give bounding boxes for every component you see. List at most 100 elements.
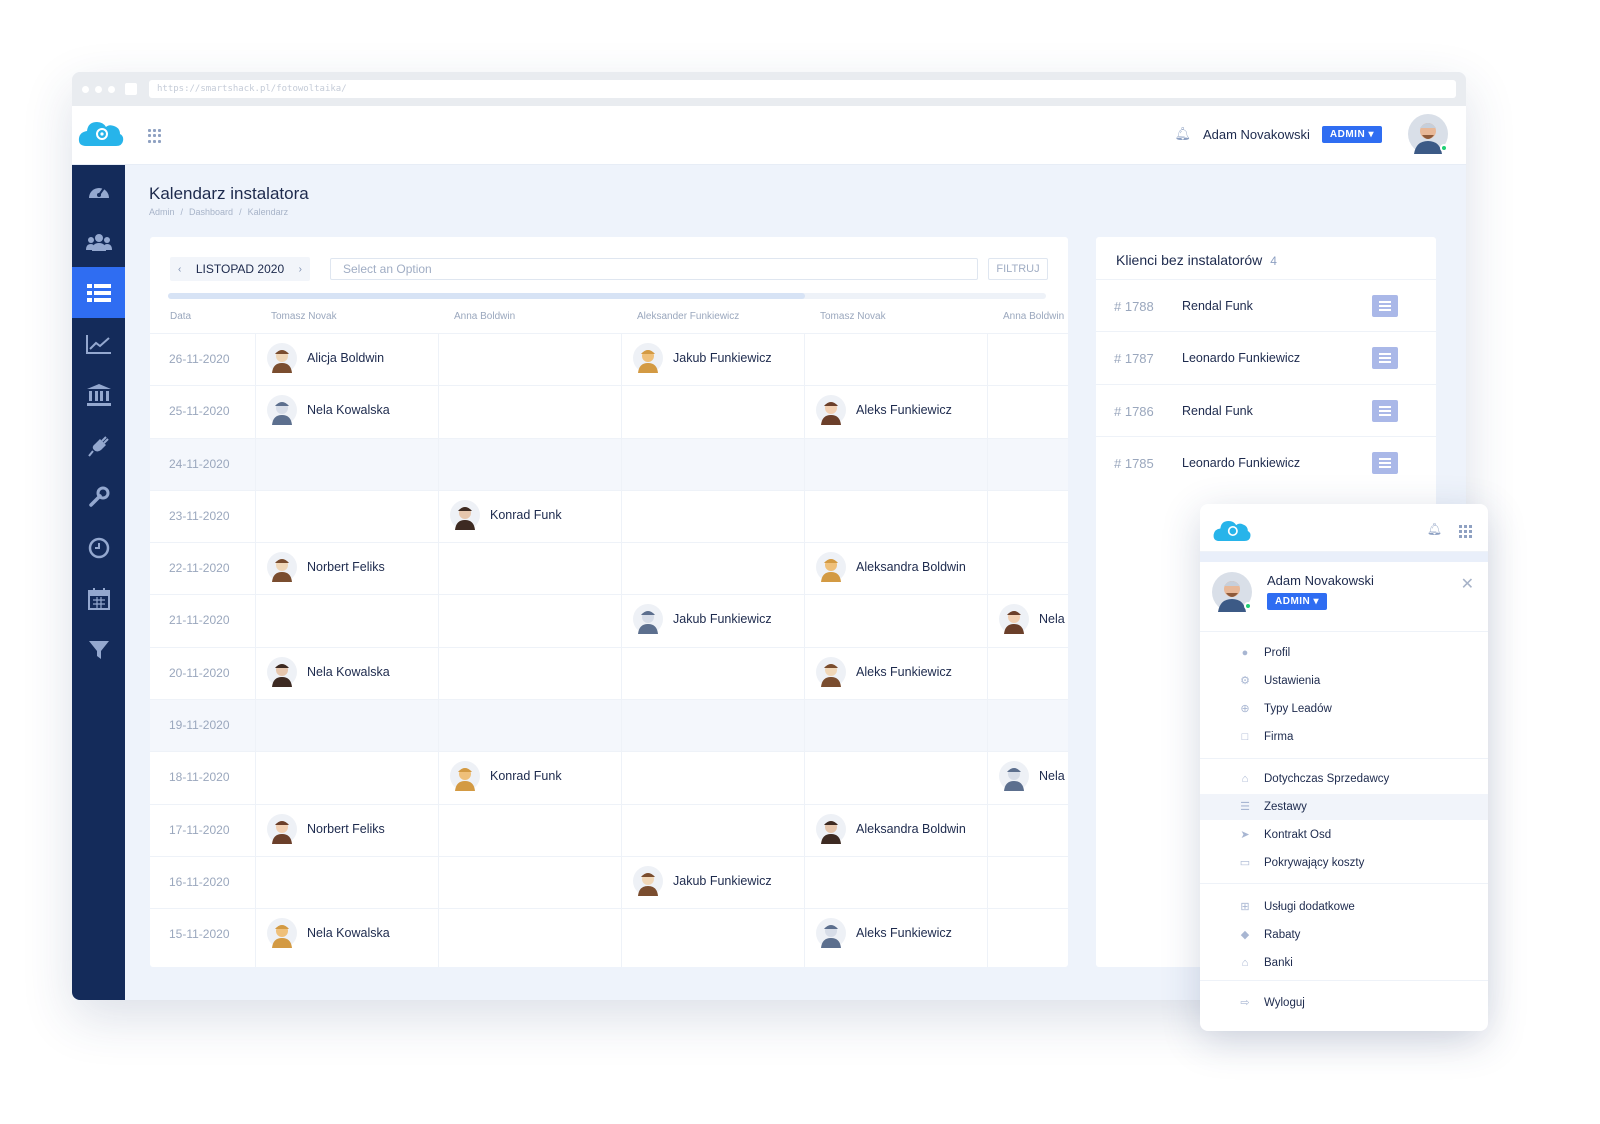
user-menu[interactable]: 🔔︎ Adam Novakowski ADMIN ▾ <box>1174 114 1448 154</box>
cloud-logo-icon[interactable] <box>1212 516 1252 546</box>
installer-assignment[interactable]: Nela Kowalska <box>267 656 390 687</box>
menu-item[interactable]: ⇨ Wyloguj <box>1200 990 1488 1016</box>
row-date: 17-11-2020 <box>169 822 230 837</box>
scrollbar-thumb[interactable] <box>168 293 805 299</box>
installer-assignment[interactable]: Konrad Funk <box>450 761 562 792</box>
client-name[interactable]: Leonardo Funkiewicz <box>1182 351 1300 365</box>
installer-assignment[interactable]: Aleks Funkiewicz <box>816 656 952 687</box>
menu-item[interactable]: ● Profil <box>1200 640 1488 666</box>
bell-icon[interactable]: 🔔︎ <box>1174 126 1191 142</box>
menu-icon[interactable] <box>1372 295 1398 317</box>
month-switcher: ‹ LISTOPAD 2020 › <box>170 257 310 281</box>
window-dot[interactable] <box>95 85 102 93</box>
menu-item[interactable]: ◆ Rabaty <box>1200 922 1488 948</box>
online-indicator <box>1440 144 1448 152</box>
filter-icon[interactable] <box>72 624 125 675</box>
window-dot[interactable] <box>82 85 89 93</box>
chevron-right-icon[interactable]: › <box>299 264 302 275</box>
cart-icon: ⌂ <box>1241 773 1249 785</box>
avatar <box>267 918 297 949</box>
client-name: Konrad Funk <box>490 769 562 784</box>
calendar-rows: 26-11-2020 Alicja Boldwin Jakub Funkiewicz… <box>150 333 1068 961</box>
menu-icon[interactable] <box>1372 399 1398 422</box>
column-header[interactable]: Tomasz Novak <box>271 311 337 322</box>
column-header[interactable]: Anna Boldwin <box>1003 311 1064 322</box>
installer-assignment[interactable]: Jakub Funkiewicz <box>633 865 772 896</box>
menu-item[interactable]: ☰ Zestawy <box>1200 794 1488 820</box>
list-item[interactable]: # 1787 Leonardo Funkiewicz <box>1096 331 1436 383</box>
column-header[interactable]: Tomasz Novak <box>820 311 886 322</box>
installer-assignment[interactable]: Jakub Funkiewicz <box>633 604 772 635</box>
menu-item[interactable]: ⊕ Typy Leadów <box>1200 696 1488 722</box>
apps-grid-icon[interactable] <box>1459 525 1472 538</box>
clock-icon[interactable] <box>72 522 125 573</box>
avatar[interactable] <box>1408 114 1448 154</box>
menu-item[interactable]: ⌂ Banki <box>1200 950 1488 976</box>
dashboard-icon[interactable] <box>72 165 125 216</box>
menu-item[interactable]: ⊞ Usługi dodatkowe <box>1200 894 1488 920</box>
menu-icon[interactable] <box>1372 347 1398 370</box>
column-divider <box>987 333 988 967</box>
list-icon[interactable] <box>72 267 125 318</box>
menu-divider <box>1200 980 1488 981</box>
menu-item[interactable]: □ Firma <box>1200 724 1488 750</box>
installer-assignment[interactable]: Aleksandra Boldwin <box>816 813 966 844</box>
menu-item[interactable]: ➤ Kontrakt Osd <box>1200 822 1488 848</box>
installer-assignment[interactable]: Nela Kowalska <box>267 918 390 949</box>
column-header[interactable]: Anna Boldwin <box>454 311 515 322</box>
bell-icon[interactable]: 🔔︎ <box>1427 522 1442 536</box>
installer-assignment[interactable]: Nela Kowalska <box>267 395 390 426</box>
users-icon[interactable] <box>72 216 125 267</box>
installer-assignment[interactable]: Aleks Funkiewicz <box>816 918 952 949</box>
installer-assignment[interactable]: Aleksandra Boldwin <box>816 552 966 583</box>
chart-icon[interactable] <box>72 318 125 369</box>
role-badge[interactable]: ADMIN ▾ <box>1321 125 1382 143</box>
client-name[interactable]: Rendal Funk <box>1182 299 1253 313</box>
table-row: 23-11-2020 Konrad Funk <box>150 489 1068 542</box>
plug-icon[interactable] <box>72 420 125 471</box>
column-header[interactable]: Data <box>170 311 191 322</box>
role-badge[interactable]: ADMIN ▾ <box>1267 593 1328 610</box>
client-name[interactable]: Leonardo Funkiewicz <box>1182 456 1300 470</box>
table-row: 21-11-2020 Jakub Funkiewicz Nela <box>150 594 1068 646</box>
installer-assignment[interactable]: Aleks Funkiewicz <box>816 395 952 426</box>
chevron-left-icon[interactable]: ‹ <box>178 264 181 275</box>
breadcrumb-item[interactable]: Kalendarz <box>248 207 289 217</box>
breadcrumb-item[interactable]: Dashboard <box>189 207 233 217</box>
installer-assignment[interactable]: Konrad Funk <box>450 499 562 530</box>
installer-assignment[interactable]: Norbert Feliks <box>267 552 385 583</box>
client-name: Jakub Funkiewicz <box>673 612 772 627</box>
installer-assignment[interactable]: Nela <box>999 761 1065 792</box>
menu-item[interactable]: ⌂ Dotychczas Sprzedawcy <box>1200 766 1488 792</box>
menu-item[interactable]: ⚙ Ustawienia <box>1200 668 1488 694</box>
calendar-icon[interactable] <box>72 573 125 624</box>
installer-assignment[interactable]: Norbert Feliks <box>267 813 385 844</box>
close-icon[interactable]: ✕ <box>1461 574 1474 594</box>
client-name[interactable]: Rendal Funk <box>1182 404 1253 418</box>
menu-item[interactable]: ▭ Pokrywający koszty <box>1200 850 1488 876</box>
installer-assignment[interactable]: Alicja Boldwin <box>267 343 384 373</box>
list-item[interactable]: # 1788 Rendal Funk <box>1096 279 1436 331</box>
avatar[interactable] <box>1212 572 1252 612</box>
bank-icon[interactable] <box>72 369 125 420</box>
option-select[interactable]: Select an Option <box>330 258 978 280</box>
user-name[interactable]: Adam Novakowski <box>1203 127 1310 142</box>
sidebar <box>72 165 125 1000</box>
cloud-logo-icon[interactable] <box>78 116 124 152</box>
column-header[interactable]: Aleksander Funkiewicz <box>637 311 739 322</box>
column-headers: Data Tomasz Novak Anna Boldwin Aleksander F… <box>150 311 1068 329</box>
apps-grid-icon[interactable] <box>148 129 162 143</box>
filter-button[interactable]: FILTRUJ <box>988 258 1048 280</box>
wrench-icon[interactable] <box>72 471 125 522</box>
address-bar[interactable]: https://smartshack.pl/fotowoltaika/ <box>149 80 1456 98</box>
list-item[interactable]: # 1786 Rendal Funk <box>1096 383 1436 436</box>
installer-assignment[interactable]: Jakub Funkiewicz <box>633 343 772 373</box>
window-dot[interactable] <box>108 85 115 93</box>
list-item[interactable]: # 1785 Leonardo Funkiewicz <box>1096 435 1436 488</box>
horizontal-scrollbar[interactable] <box>168 293 1046 299</box>
menu-icon[interactable] <box>1372 451 1398 474</box>
breadcrumb-separator: / <box>180 207 184 217</box>
installer-assignment[interactable]: Nela <box>999 604 1065 635</box>
avatar <box>267 552 297 583</box>
breadcrumb-item[interactable]: Admin <box>149 207 175 217</box>
